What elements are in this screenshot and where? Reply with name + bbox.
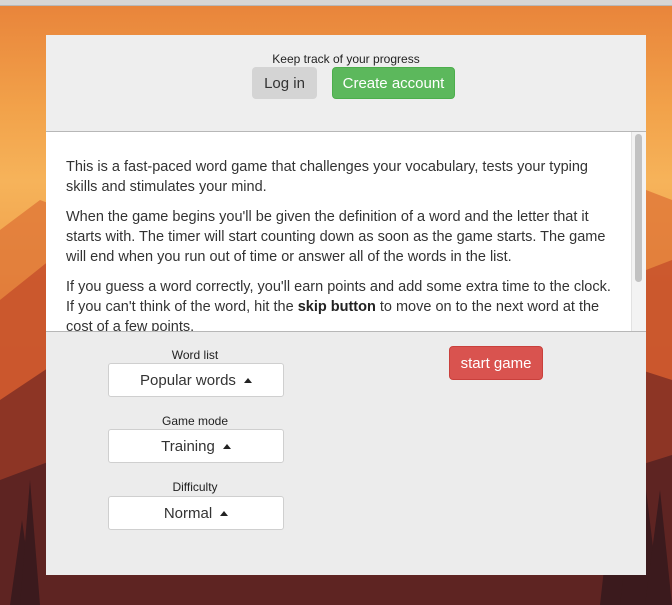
caret-up-icon: [220, 510, 229, 516]
word-list-label: Word list: [171, 348, 219, 362]
caret-up-icon: [222, 443, 231, 449]
instructions-text: This is a fast-paced word game that chal…: [66, 157, 614, 331]
instructions-scrollbar[interactable]: [631, 132, 646, 331]
instructions-paragraph-3: If you guess a word correctly, you'll ea…: [66, 277, 614, 331]
game-settings: Word list Popular words Game mode Traini…: [46, 332, 646, 575]
game-mode-value: Training: [161, 437, 215, 455]
word-list-select[interactable]: Popular words: [108, 363, 284, 397]
caret-up-icon: [243, 377, 252, 383]
difficulty-select[interactable]: Normal: [108, 496, 284, 530]
instructions-paragraph-2: When the game begins you'll be given the…: [66, 209, 606, 265]
instructions-panel[interactable]: This is a fast-paced word game that chal…: [46, 132, 646, 332]
skip-button-mention: skip button: [297, 299, 376, 315]
difficulty-value: Normal: [163, 504, 213, 522]
scrollbar-thumb[interactable]: [635, 134, 642, 282]
instructions-paragraph-1: This is a fast-paced word game that chal…: [66, 159, 588, 195]
game-mode-select[interactable]: Training: [108, 429, 284, 463]
word-list-value: Popular words: [140, 371, 236, 389]
start-game-button[interactable]: start game: [449, 346, 543, 380]
game-panel: Keep track of your progress Log in Creat…: [46, 35, 646, 575]
create-account-button[interactable]: Create account: [332, 67, 455, 99]
login-button[interactable]: Log in: [252, 67, 317, 99]
game-mode-label: Game mode: [161, 414, 229, 428]
difficulty-label: Difficulty: [172, 480, 218, 494]
track-progress-label: Keep track of your progress: [272, 52, 420, 66]
account-header: Keep track of your progress Log in Creat…: [46, 35, 646, 132]
